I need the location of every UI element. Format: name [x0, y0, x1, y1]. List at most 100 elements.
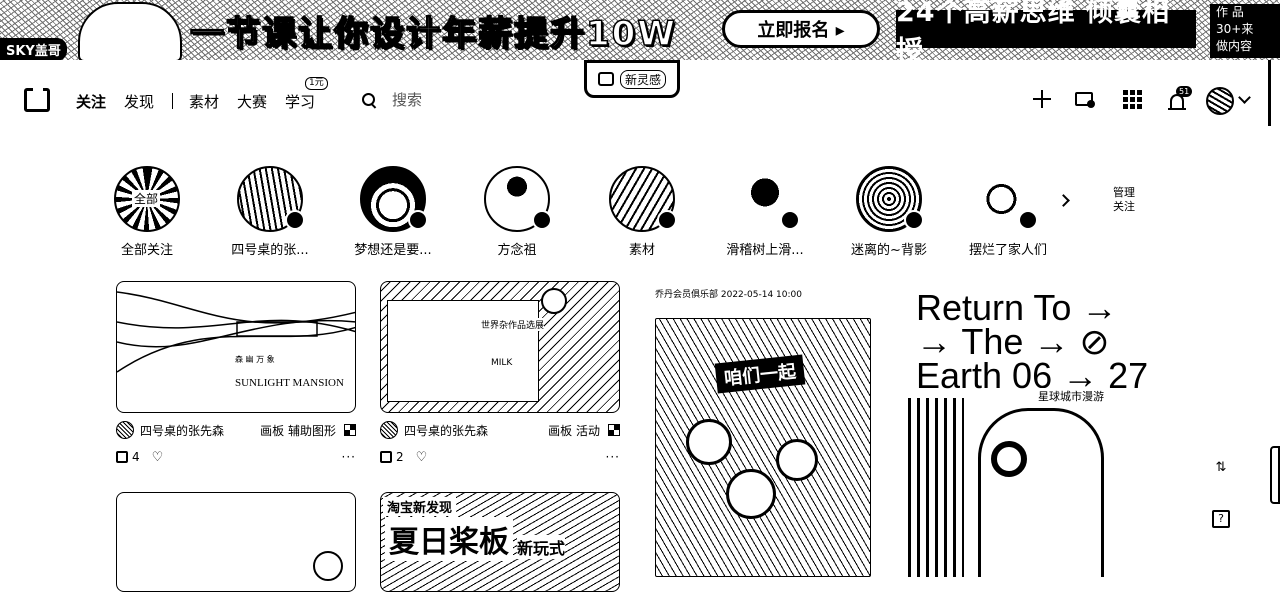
window-edge [1268, 60, 1271, 126]
search-bar[interactable] [362, 88, 562, 112]
follow-item[interactable]: 素材 [597, 166, 687, 258]
thumb-subtitle: 森 幽 万 象 [235, 355, 275, 364]
manage-follows-link[interactable]: 管理关注 [1110, 186, 1138, 214]
verified-badge-icon [904, 210, 924, 230]
heart-icon[interactable]: ♡ [152, 450, 164, 465]
follow-name: 摆烂了家人们 [968, 243, 1047, 258]
collection-icon[interactable] [344, 424, 356, 436]
work-card[interactable]: 森 幽 万 象 SUNLIGHT MANSION 四号桌的张先森 画板 辅助图形… [116, 281, 356, 465]
author-avatar[interactable] [116, 421, 134, 439]
filter-settings-icon[interactable]: ⇅ [1212, 460, 1230, 478]
following-list: 全部 全部关注 四号桌的张... 梦想还是要... 方念祖 素材 滑稽树上滑..… [110, 166, 1110, 262]
work-meta: 四号桌的张先森 画板 活动 [380, 421, 620, 439]
work-tags: 画板 辅助图形 [260, 423, 336, 438]
nav-learn[interactable]: 学习 [285, 91, 315, 112]
share-icon[interactable] [116, 451, 128, 463]
follow-avatar: 全部 [114, 166, 180, 232]
work-thumbnail[interactable]: 世界杂作品选展 MILK [380, 281, 620, 413]
banner-headline: 一节课让你设计年薪提升10W [189, 13, 677, 55]
poster-figure [686, 419, 732, 465]
work-tags: 画板 活动 [548, 423, 600, 438]
nav-follow[interactable]: 关注 [76, 91, 106, 112]
verified-badge-icon [780, 210, 800, 230]
follow-item[interactable]: 梦想还是要... [348, 166, 438, 258]
poster-building-graphic [908, 398, 964, 577]
follow-item-all[interactable]: 全部 全部关注 [102, 166, 192, 258]
follow-name: 全部关注 [120, 243, 173, 258]
follow-name: 迷离的~背影 [851, 243, 927, 258]
follow-item[interactable]: 方念祖 [472, 166, 562, 258]
follow-item[interactable]: 滑稽树上滑... [720, 166, 810, 258]
poster-title: 咱们一起 [714, 354, 806, 394]
create-plus-icon[interactable] [1031, 88, 1053, 110]
poster-figure [776, 439, 818, 481]
share-count: 4 [132, 450, 140, 464]
follow-name: 梦想还是要... [354, 243, 432, 258]
work-stats: 4 ♡ ··· [116, 449, 356, 465]
apps-grid-icon[interactable] [1121, 88, 1143, 110]
search-input[interactable] [390, 90, 544, 110]
work-thumbnail[interactable]: 淘宝新发现 夏日桨板 新玩式 [380, 492, 620, 592]
verified-badge-icon [1018, 210, 1038, 230]
follow-name: 四号桌的张... [231, 243, 309, 258]
banner-slogan: 24个高薪思维 倾囊相授 [896, 0, 1196, 60]
nav-materials[interactable]: 素材 [189, 91, 219, 112]
share-icon[interactable] [380, 451, 392, 463]
more-options-icon[interactable]: ··· [606, 450, 620, 464]
line-art-graphic [117, 291, 355, 373]
more-options-icon[interactable]: ··· [342, 450, 356, 464]
poster-brand: 淘宝新发现 [383, 497, 457, 516]
nav-contests[interactable]: 大赛 [237, 91, 267, 112]
banner-signup-button[interactable]: 立即报名 ▸ [722, 10, 880, 48]
collection-icon[interactable] [608, 424, 620, 436]
banner-side-line: 作 品 [1216, 5, 1244, 19]
poster-thumbnail[interactable]: Return To → → The → ⊘ Earth 06 → 27 星球城市… [908, 288, 1148, 577]
banner-badge: SKY盖哥 [0, 38, 67, 60]
follow-item[interactable]: 迷离的~背影 [844, 166, 934, 258]
nav-discover[interactable]: 发现 [124, 91, 154, 112]
banner-character-illustration [78, 2, 182, 60]
upload-video-icon[interactable] [1073, 88, 1095, 110]
poster-headline-line: Earth 06 → 27 [916, 355, 1148, 396]
author-name[interactable]: 四号桌的张先森 [140, 422, 260, 439]
banner-side-line: 做内容 [1216, 39, 1253, 53]
work-meta: 四号桌的张先森 画板 辅助图形 [116, 421, 356, 439]
help-icon[interactable]: ? [1212, 510, 1230, 528]
notification-count-badge: 51 [1176, 86, 1193, 97]
work-thumbnail[interactable]: 森 幽 万 象 SUNLIGHT MANSION [116, 281, 356, 413]
verified-badge-icon [532, 210, 552, 230]
new-inspiration-label: 新灵感 [619, 69, 666, 89]
verified-badge-icon [408, 210, 428, 230]
chevron-down-icon[interactable] [1238, 91, 1251, 104]
work-thumbnail[interactable] [116, 492, 356, 592]
promo-banner[interactable]: SKY盖哥 一节课让你设计年薪提升10W 立即报名 ▸ 24个高薪思维 倾囊相授… [0, 0, 1280, 60]
inspiration-icon [597, 72, 614, 86]
banner-side-line: 30+来 [1216, 22, 1254, 36]
follow-name: 滑稽树上滑... [726, 243, 804, 258]
poster-figure [726, 469, 776, 519]
author-avatar[interactable] [380, 421, 398, 439]
site-logo[interactable] [24, 88, 50, 112]
thumb-subtitle: MILK [491, 358, 513, 368]
search-icon[interactable] [362, 93, 376, 107]
thumb-panel [387, 300, 539, 402]
thumb-circle-graphic [541, 288, 567, 314]
author-name[interactable]: 四号桌的张先森 [404, 422, 548, 439]
share-count: 2 [396, 450, 404, 464]
top-navigation: 关注 发现 素材 大赛 学习 1元 新灵感 51 [0, 60, 1280, 140]
follow-item[interactable]: 摆烂了家人们 [968, 166, 1048, 258]
user-avatar[interactable] [1206, 87, 1234, 115]
poster-thumbnail[interactable]: 咱们一起 [655, 318, 871, 577]
poster-caption: 乔丹会员俱乐部 2022-05-14 10:00 [655, 290, 802, 300]
new-inspiration-button[interactable]: 新灵感 [584, 60, 680, 98]
verified-badge-icon [285, 210, 305, 230]
heart-icon[interactable]: ♡ [416, 450, 428, 465]
thumb-title: 世界杂作品选展 [481, 318, 545, 331]
follow-avatar-text: 全部 [132, 190, 161, 207]
thumb-title: SUNLIGHT MANSION [235, 377, 344, 389]
follow-name: 方念祖 [497, 243, 537, 258]
work-card[interactable]: 世界杂作品选展 MILK 四号桌的张先森 画板 活动 2 ♡ ··· [380, 281, 620, 465]
follow-item[interactable]: 四号桌的张... [225, 166, 315, 258]
poster-subtitle: 新玩式 [517, 535, 566, 559]
side-panel-tab[interactable] [1270, 446, 1280, 504]
